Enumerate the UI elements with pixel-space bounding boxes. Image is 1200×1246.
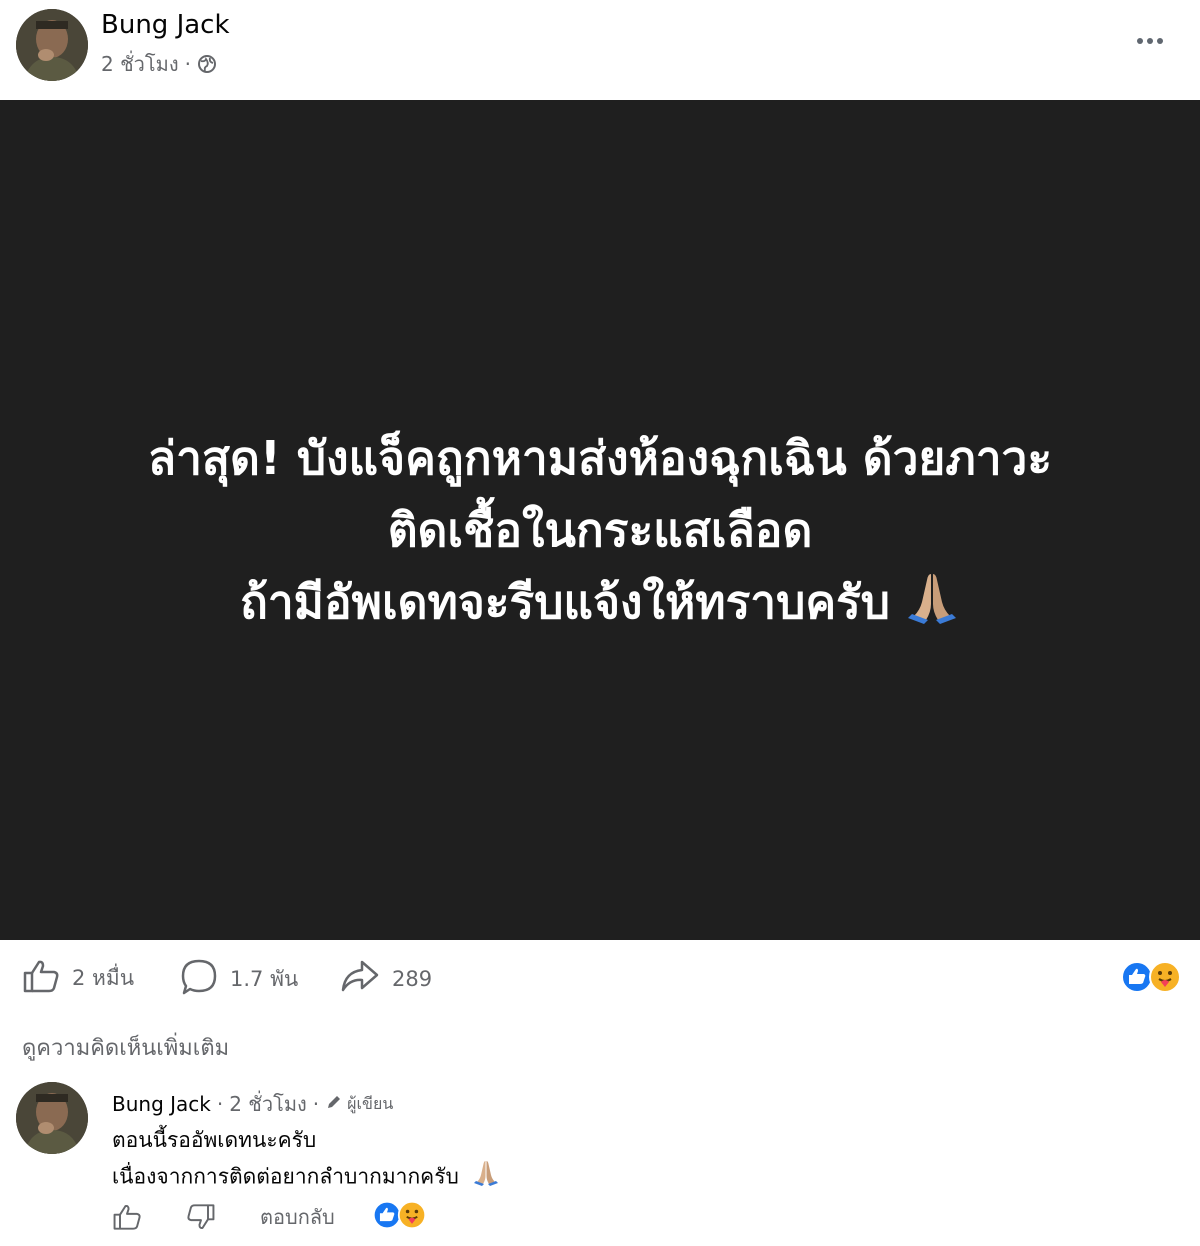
author-avatar[interactable] xyxy=(16,9,88,81)
post-time[interactable]: 2 ชั่วโมง xyxy=(101,48,179,80)
comment-time[interactable]: 2 ชั่วโมง xyxy=(229,1088,307,1120)
reply-button[interactable]: ตอบกลับ xyxy=(260,1201,335,1233)
comment-separator: · xyxy=(216,1092,224,1116)
author-badge: ผู้เขียน xyxy=(325,1092,393,1117)
share-button[interactable]: 289 xyxy=(340,958,432,999)
comment-actions: ตอบกลับ xyxy=(112,1200,427,1234)
post-header: Bung Jack 2 ชั่วโมง · xyxy=(0,0,1200,100)
reaction-summary[interactable] xyxy=(1121,960,1182,998)
like-button[interactable]: 2 หมื่น xyxy=(22,958,134,999)
more-horizontal-icon xyxy=(1137,38,1143,44)
post-meta: 2 ชั่วโมง · xyxy=(101,48,217,80)
comment-count: 1.7 พัน xyxy=(230,967,299,991)
share-icon xyxy=(340,958,380,999)
more-dot xyxy=(1147,38,1153,44)
pen-icon xyxy=(325,1093,343,1115)
thumbs-down-icon xyxy=(187,1204,215,1229)
comment-dislike-button[interactable] xyxy=(186,1203,216,1231)
comment-icon xyxy=(180,958,218,1001)
pray-emoji-small xyxy=(472,1158,500,1197)
media-line-3-wrap: ถ้ามีอัพเดทจะรีบแจ้งให้ทราบครับ xyxy=(0,566,1200,644)
care-reaction-icon xyxy=(397,1200,427,1235)
thumbs-up-icon xyxy=(22,958,60,999)
meta-separator: · xyxy=(184,52,191,76)
comment-separator-2: · xyxy=(312,1092,320,1116)
author-badge-label: ผู้เขียน xyxy=(347,1093,394,1113)
post-media[interactable]: ล่าสุด! บังแจ็คถูกหามส่งห้องฉุกเฉิน ด้วย… xyxy=(0,100,1200,940)
media-text: ล่าสุด! บังแจ็คถูกหามส่งห้องฉุกเฉิน ด้วย… xyxy=(0,422,1200,644)
pray-emoji xyxy=(904,568,960,644)
thumbs-up-icon xyxy=(113,1205,141,1230)
comment-line-2-wrap: เนื่องจากการติดต่อยากลำบากมากครับ xyxy=(112,1158,500,1197)
action-bar: 2 หมื่น 1.7 พัน 289 xyxy=(0,940,1200,1014)
comment-text: ตอนนี้รออัพเดทนะครับ เนื่องจากการติดต่อย… xyxy=(112,1122,500,1197)
more-options-button[interactable] xyxy=(1130,26,1170,56)
share-count: 289 xyxy=(392,966,433,991)
care-reaction-icon xyxy=(1148,960,1182,998)
comment-button[interactable]: 1.7 พัน xyxy=(180,958,298,1001)
comment-author-name[interactable]: Bung Jack xyxy=(112,1092,211,1116)
like-count: 2 หมื่น xyxy=(72,966,135,990)
comment-line-2: เนื่องจากการติดต่อยากลำบากมากครับ xyxy=(112,1164,459,1189)
comment-like-button[interactable] xyxy=(112,1203,142,1231)
more-dot xyxy=(1157,38,1163,44)
comment-author-avatar[interactable] xyxy=(16,1082,88,1154)
media-line-3: ถ้ามีอัพเดทจะรีบแจ้งให้ทราบครับ xyxy=(239,575,891,629)
media-line-1: ล่าสุด! บังแจ็คถูกหามส่งห้องฉุกเฉิน ด้วย… xyxy=(147,431,1053,485)
globe-icon xyxy=(197,54,217,74)
media-line-2: ติดเชื้อในกระแสเลือด xyxy=(387,503,813,557)
author-name[interactable]: Bung Jack xyxy=(101,10,230,40)
comment-reaction-summary[interactable] xyxy=(372,1200,427,1235)
view-more-comments-link[interactable]: ดูความคิดเห็นเพิ่มเติม xyxy=(22,1030,229,1065)
comment-line-1: ตอนนี้รออัพเดทนะครับ xyxy=(112,1128,317,1152)
comment-header: Bung Jack · 2 ชั่วโมง · ผู้เขียน xyxy=(112,1088,393,1120)
